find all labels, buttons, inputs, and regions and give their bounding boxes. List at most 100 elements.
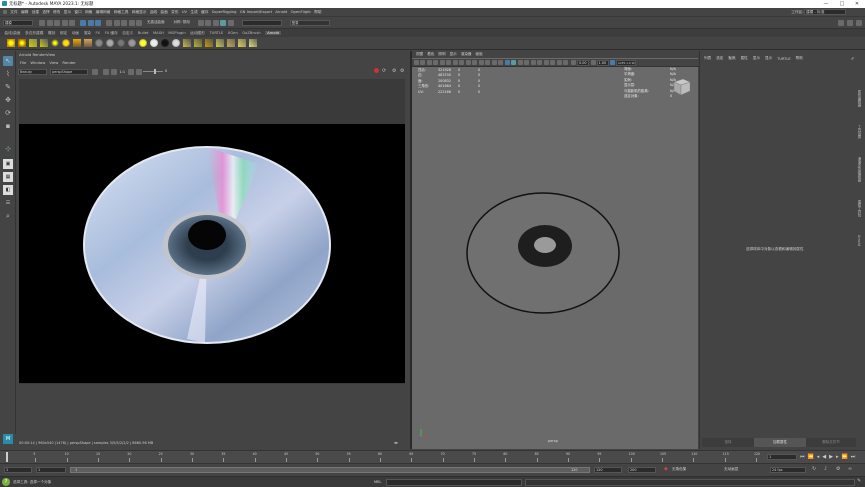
playback-end-field[interactable]: 120: [594, 467, 622, 473]
current-time-indicator[interactable]: [6, 452, 8, 462]
light-portal-icon[interactable]: [40, 39, 48, 47]
rv-menu-render[interactable]: Render: [62, 60, 76, 65]
vp-menu-show[interactable]: 显示: [450, 52, 457, 57]
side-tab-tool-settings[interactable]: 工具设置: [857, 125, 862, 139]
view-cube-icon[interactable]: [670, 77, 692, 97]
menu-mesh-display[interactable]: 网格显示: [132, 10, 147, 15]
area-light-icon[interactable]: [7, 39, 15, 47]
vp-image-plane-icon[interactable]: [433, 60, 438, 65]
light-blocker-icon[interactable]: [139, 39, 147, 47]
vp-grid-icon[interactable]: [439, 60, 445, 65]
render-view-shelf-icon[interactable]: [205, 39, 213, 47]
menu-mesh-tools[interactable]: 网格工具: [114, 10, 129, 15]
vp-lock-icon[interactable]: [420, 60, 425, 65]
menu-uv[interactable]: UV: [182, 10, 187, 14]
loop-icon[interactable]: ↻: [812, 466, 816, 472]
render-frame-icon[interactable]: [197, 19, 204, 26]
menu-arnold[interactable]: Arnold: [275, 10, 287, 14]
exposure-handle[interactable]: [154, 69, 156, 74]
aov-dropdown[interactable]: Beauty: [18, 69, 47, 75]
hypershade-icon[interactable]: [220, 19, 227, 26]
redo-icon[interactable]: [69, 19, 75, 26]
rv-menu-file[interactable]: File: [20, 60, 26, 65]
rv-menu-window[interactable]: Window: [30, 60, 45, 65]
region-icon[interactable]: [103, 69, 109, 75]
shelf-tab-bullet[interactable]: Bullet: [138, 31, 149, 35]
vp-colorspace-dropdown[interactable]: ACES 1.0 SDR-video (sRGB): [616, 59, 636, 66]
shelf-tab-gozbrush[interactable]: GoZBrush: [242, 31, 260, 35]
shelf-tab-rendering[interactable]: 渲染: [84, 31, 91, 36]
auto-key-icon[interactable]: ◆: [664, 466, 668, 472]
attr-tab-display[interactable]: 显示: [765, 56, 772, 61]
outliner-layout-icon[interactable]: ☰: [3, 198, 13, 208]
vp-backface-icon[interactable]: [563, 60, 568, 65]
vp-field-chart-icon[interactable]: [465, 60, 471, 65]
menu-gn-import-export[interactable]: GN Import/Export: [240, 10, 272, 14]
shelf-tab-mgplugin[interactable]: MGPlugin: [168, 31, 185, 35]
paint-select-icon[interactable]: ✎: [3, 82, 13, 92]
fps-dropdown[interactable]: 24 fps: [770, 467, 806, 473]
menu-mesh[interactable]: 网格: [85, 10, 92, 15]
render-canvas[interactable]: [19, 79, 405, 384]
license-manager-icon[interactable]: [238, 39, 246, 47]
vp-wireframe-icon[interactable]: [485, 60, 490, 65]
play-forwards-icon[interactable]: ▶: [829, 454, 833, 460]
vp-film-gate-icon[interactable]: [446, 60, 451, 65]
persp-outliner-icon[interactable]: ◧: [3, 185, 13, 195]
toggle-attr-icon[interactable]: [846, 19, 853, 26]
shelf-tab-animation[interactable]: 动画: [72, 31, 79, 36]
vp-menu-panels[interactable]: 面板: [476, 52, 483, 57]
menu-file[interactable]: 文件: [10, 10, 17, 15]
playback-start-field[interactable]: 1: [36, 467, 66, 473]
render-settings-icon[interactable]: [212, 19, 219, 26]
vp-bookmark-icon[interactable]: [426, 60, 432, 65]
shelf-tab-curves[interactable]: 曲线/曲面: [5, 31, 21, 36]
graph-editor-icon[interactable]: ≈: [848, 466, 852, 472]
render-sequence-icon[interactable]: [194, 39, 202, 47]
shelf-tab-sculpting[interactable]: 雕刻: [48, 31, 55, 36]
select-component-icon[interactable]: [95, 19, 101, 26]
select-object-icon[interactable]: [87, 19, 94, 26]
shelf-tab-rigging[interactable]: 绑定: [60, 31, 67, 36]
physical-sky-icon[interactable]: [51, 39, 59, 47]
arnold-about-icon[interactable]: [249, 39, 257, 47]
maya-menu-icon[interactable]: [3, 10, 7, 14]
vp-resolution-icon[interactable]: [452, 60, 458, 65]
single-view-icon[interactable]: ▣: [3, 159, 13, 169]
render-view-icon[interactable]: [227, 19, 234, 26]
stop-render-icon[interactable]: [374, 68, 379, 73]
white-sphere-icon[interactable]: [150, 39, 158, 47]
vp-exposure-icon[interactable]: [571, 60, 576, 65]
vp-dof-icon[interactable]: [537, 60, 542, 65]
time-slider[interactable]: 5 10 15 20 25 30 35 40 45 50 55 60 65 70 75 80 85 90 95 100…: [0, 450, 865, 463]
aistandard-surface-icon[interactable]: [95, 39, 103, 47]
shader-ball-icon[interactable]: [106, 39, 114, 47]
new-scene-icon[interactable]: [39, 19, 45, 26]
grey-sphere-icon[interactable]: [172, 39, 180, 47]
vp-menu-shading[interactable]: 着色: [427, 52, 434, 57]
vp-color-mgmt-icon[interactable]: [610, 60, 615, 65]
render-arnold-icon[interactable]: [183, 39, 191, 47]
save-scene-icon[interactable]: [54, 19, 60, 26]
command-input[interactable]: [386, 479, 522, 486]
menu-help[interactable]: 帮助: [314, 10, 321, 15]
snap-surface-icon[interactable]: [136, 19, 142, 26]
vp-smooth-shade-icon[interactable]: [491, 60, 497, 65]
vp-shade-wire-icon[interactable]: [498, 60, 503, 65]
lasso-tool-icon[interactable]: ⌇: [3, 69, 13, 79]
menu-generate[interactable]: 生成: [190, 10, 197, 15]
vp-safe-title-icon[interactable]: [478, 60, 484, 65]
attr-tab-turtle[interactable]: TURTLE: [777, 57, 791, 61]
vp-menu-view[interactable]: 视图: [416, 52, 423, 57]
vp-ao-icon[interactable]: [524, 60, 529, 65]
menu-cache[interactable]: 缓存: [201, 10, 208, 15]
shelf-tab-fx[interactable]: FX: [95, 31, 100, 35]
search-icon[interactable]: ⌕: [3, 211, 13, 221]
undo-icon[interactable]: [61, 19, 68, 26]
move-tool-icon[interactable]: ✥: [3, 95, 13, 105]
menu-curves[interactable]: 曲线: [150, 10, 157, 15]
script-lang-button[interactable]: MEL: [374, 480, 381, 484]
vp-textured-icon[interactable]: [504, 60, 510, 65]
vp-near-field[interactable]: 0.00: [577, 59, 589, 66]
vp-lights-icon[interactable]: [511, 60, 516, 65]
